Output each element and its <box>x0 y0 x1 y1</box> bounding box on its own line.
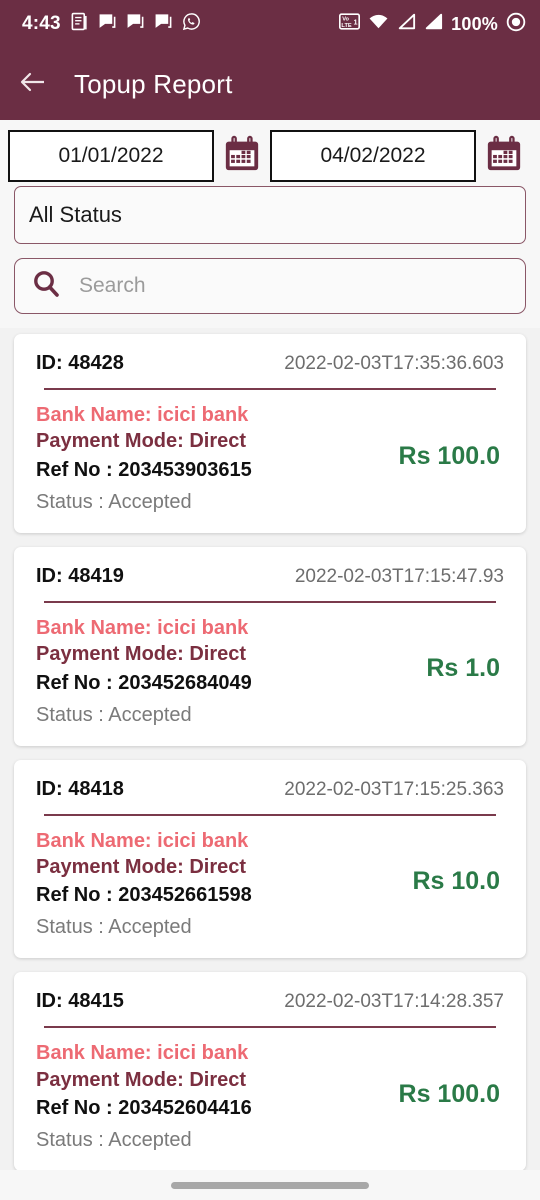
transaction-id: ID: 48428 <box>36 352 124 374</box>
card-body: Bank Name: icici bank Payment Mode: Dire… <box>36 615 504 730</box>
transaction-id: ID: 48415 <box>36 990 124 1013</box>
bank-name: Bank Name: icici bank <box>36 616 249 639</box>
status-bar-right: Vo LTE 1 100% <box>339 12 526 37</box>
volte-icon: Vo LTE 1 <box>339 13 361 35</box>
payment-mode: Payment Mode: Direct <box>36 643 247 666</box>
status-bar-clock: 4:43 <box>22 13 61 34</box>
card-divider <box>44 600 496 603</box>
search-input-placeholder[interactable]: Search <box>79 274 146 298</box>
payment-mode: Payment Mode: Direct <box>36 430 247 453</box>
back-button[interactable] <box>18 69 48 99</box>
transaction-amount: Rs 10.0 <box>412 867 500 896</box>
card-divider <box>44 388 496 390</box>
card-header: ID: 48415 2022-02-03T17:14:28.357 <box>36 990 504 1013</box>
status-badge: Status : Accepted <box>36 1129 192 1152</box>
transaction-card[interactable]: ID: 48428 2022-02-03T17:35:36.603 Bank N… <box>14 334 526 533</box>
card-details: Bank Name: icici bank Payment Mode: Dire… <box>36 615 252 730</box>
search-icon <box>31 269 61 304</box>
card-header: ID: 48418 2022-02-03T17:15:25.363 <box>36 778 504 801</box>
recording-icon <box>506 12 526 37</box>
reference-number: Ref No : 203452604416 <box>36 1097 252 1120</box>
card-details: Bank Name: icici bank Payment Mode: Dire… <box>36 1040 252 1155</box>
transaction-card[interactable]: ID: 48415 2022-02-03T17:14:28.357 Bank N… <box>14 972 526 1170</box>
search-row: Search <box>0 244 540 314</box>
document-icon <box>70 12 89 36</box>
card-divider <box>44 813 496 816</box>
transaction-list[interactable]: ID: 48428 2022-02-03T17:35:36.603 Bank N… <box>0 328 540 1170</box>
from-date-field[interactable]: 01/01/2022 <box>8 130 214 182</box>
filter-panel: 01/01/2022 04/02/2022 All Status Search <box>0 120 540 328</box>
svg-text:Vo: Vo <box>342 17 349 23</box>
home-gesture-handle[interactable] <box>171 1181 369 1189</box>
reference-number: Ref No : 203452661598 <box>36 884 252 907</box>
back-arrow-icon <box>19 70 47 99</box>
card-divider <box>44 1026 496 1029</box>
message-icon <box>126 12 145 36</box>
card-body: Bank Name: icici bank Payment Mode: Dire… <box>36 828 504 943</box>
to-date-calendar-button[interactable] <box>476 130 532 182</box>
transaction-timestamp: 2022-02-03T17:15:47.93 <box>294 565 504 587</box>
status-filter-value: All Status <box>29 202 122 227</box>
calendar-icon <box>223 135 261 178</box>
card-body: Bank Name: icici bank Payment Mode: Dire… <box>36 1040 504 1155</box>
search-field[interactable]: Search <box>14 258 526 314</box>
transaction-card[interactable]: ID: 48419 2022-02-03T17:15:47.93 Bank Na… <box>14 546 526 746</box>
signal-icon <box>397 13 416 35</box>
transaction-timestamp: 2022-02-03T17:15:25.363 <box>284 778 504 800</box>
card-amount-wrap: Rs 100.0 <box>399 1040 504 1148</box>
transaction-id: ID: 48419 <box>36 564 124 587</box>
card-header: ID: 48419 2022-02-03T17:15:47.93 <box>36 565 504 588</box>
transaction-card[interactable]: ID: 48418 2022-02-03T17:15:25.363 Bank N… <box>14 759 526 959</box>
status-badge: Status : Accepted <box>36 703 192 726</box>
transaction-timestamp: 2022-02-03T17:14:28.357 <box>284 991 504 1013</box>
transaction-id: ID: 48418 <box>36 777 124 800</box>
reference-number: Ref No : 203453903615 <box>36 458 252 481</box>
signal-icon <box>424 13 443 35</box>
status-filter-row: All Status <box>0 182 540 244</box>
status-filter-select[interactable]: All Status <box>14 186 526 244</box>
date-range-row: 01/01/2022 04/02/2022 <box>0 130 540 182</box>
svg-text:1: 1 <box>354 18 358 27</box>
card-amount-wrap: Rs 1.0 <box>426 615 504 723</box>
payment-mode: Payment Mode: Direct <box>36 855 247 878</box>
card-body: Bank Name: icici bank Payment Mode: Dire… <box>36 402 504 517</box>
card-header: ID: 48428 2022-02-03T17:35:36.603 <box>36 352 504 375</box>
whatsapp-icon <box>182 12 201 36</box>
status-bar: 4:43 Vo LTE 1 100% <box>0 0 540 48</box>
transaction-amount: Rs 100.0 <box>398 1079 500 1108</box>
status-bar-left: 4:43 <box>22 12 201 36</box>
navigation-bar <box>0 1170 540 1200</box>
transaction-amount: Rs 100.0 <box>398 441 500 470</box>
battery-percentage: 100% <box>451 13 498 34</box>
app-bar: Topup Report <box>0 48 540 120</box>
card-amount-wrap: Rs 100.0 <box>399 402 504 510</box>
message-icon <box>98 12 117 36</box>
status-badge: Status : Accepted <box>36 916 192 939</box>
svg-text:LTE: LTE <box>342 23 352 29</box>
page-title: Topup Report <box>74 68 233 99</box>
to-date-field[interactable]: 04/02/2022 <box>270 130 476 182</box>
transaction-timestamp: 2022-02-03T17:35:36.603 <box>284 353 504 374</box>
calendar-icon <box>485 135 523 178</box>
topup-report-screen: 4:43 Vo LTE 1 100% Topup Report 01/01/20… <box>0 0 540 1200</box>
bank-name: Bank Name: icici bank <box>36 1042 249 1065</box>
card-amount-wrap: Rs 10.0 <box>412 828 504 936</box>
from-date-calendar-button[interactable] <box>214 130 270 182</box>
card-details: Bank Name: icici bank Payment Mode: Dire… <box>36 402 252 517</box>
transaction-amount: Rs 1.0 <box>426 654 500 683</box>
wifi-icon <box>368 13 389 35</box>
reference-number: Ref No : 203452684049 <box>36 671 252 694</box>
status-badge: Status : Accepted <box>36 490 192 513</box>
bank-name: Bank Name: icici bank <box>36 404 249 426</box>
card-details: Bank Name: icici bank Payment Mode: Dire… <box>36 828 252 943</box>
payment-mode: Payment Mode: Direct <box>36 1068 247 1091</box>
message-icon <box>154 12 173 36</box>
bank-name: Bank Name: icici bank <box>36 829 249 852</box>
